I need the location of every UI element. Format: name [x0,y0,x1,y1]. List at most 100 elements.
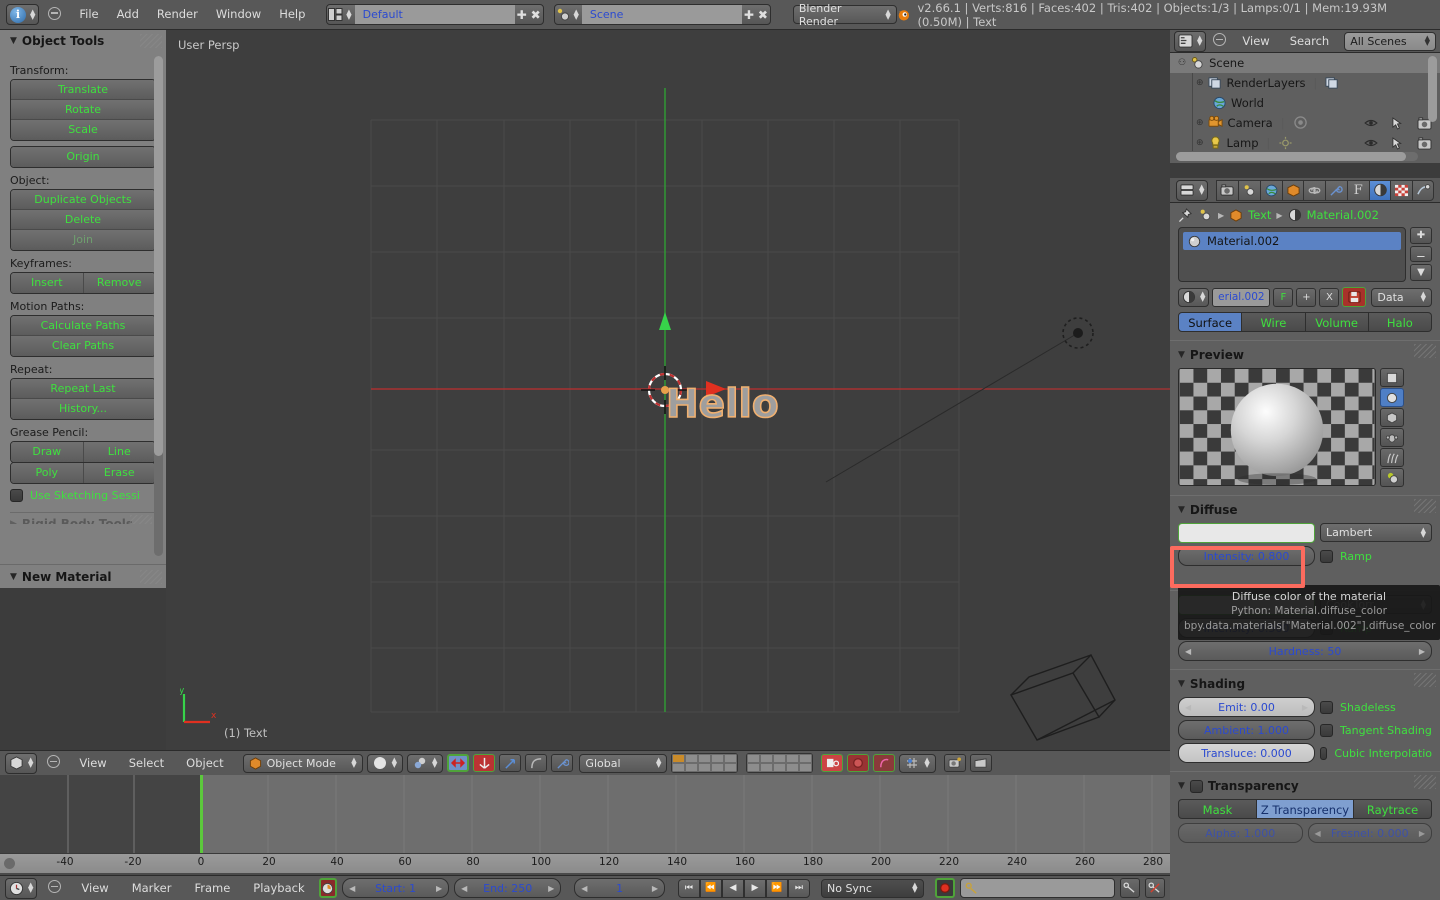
browse-material-button[interactable]: ▲ ▼ [1178,287,1210,307]
transform-orientation-selector[interactable]: Global ▲ ▼ [579,753,668,773]
tl-menu-view[interactable]: View [72,877,117,900]
material-name-field[interactable]: erial.002 [1212,287,1271,307]
preview-sphere-sky-button[interactable] [1380,468,1404,487]
menu-help[interactable]: Help [270,3,314,26]
tangent-shading-checkbox[interactable] [1320,723,1333,737]
renderlayer-datablock-icon[interactable] [1325,76,1340,90]
menu-window[interactable]: Window [207,3,270,26]
tl-menu-frame[interactable]: Frame [185,877,239,900]
repeat-last-button[interactable]: Repeat Last [11,379,155,399]
chevron-right-icon[interactable]: ▶ [652,884,658,893]
fake-user-button[interactable]: F [1273,287,1294,307]
jump-to-start-button[interactable]: ⏮ [677,878,700,898]
preview-monkey-button[interactable] [1380,428,1404,447]
tab-texture[interactable] [1390,179,1413,201]
properties-editor-type-selector[interactable]: ▲ ▼ [1176,179,1209,201]
lock-scene-to-object-button[interactable] [821,754,844,772]
viewport-editor-type-selector[interactable]: ▲ ▼ [5,752,38,774]
jump-prev-keyframe-button[interactable]: ⏪ [699,878,722,898]
render-engine-selector[interactable]: Blender Render ▲ ▼ [792,2,897,28]
vp-menu-view[interactable]: View [70,752,115,775]
tool-shelf-scrollbar[interactable] [154,56,163,556]
translate-manipulator-button[interactable] [473,754,496,772]
preview-cube-button[interactable] [1380,408,1404,427]
use-sketching-sessions-row[interactable]: Use Sketching Sessi [10,489,156,502]
snap-target-selector[interactable]: ▲ ▼ [899,753,936,773]
start-frame-field[interactable]: ◀ Start: 1 ▶ [342,878,450,898]
delete-scene-button[interactable]: ✖ [756,8,770,22]
preview-flat-button[interactable] [1380,368,1404,387]
rotate-button[interactable]: Rotate [11,100,155,120]
preview-panel-header[interactable]: ▼ Preview [1178,344,1436,365]
tab-font-data[interactable]: F [1346,179,1369,201]
outliner-row-camera[interactable]: ⊕ Camera | [1170,113,1440,133]
insert-keyframe-icon-button[interactable] [1119,878,1140,898]
camera-data-icon[interactable] [1293,116,1309,130]
collapse-menu-icon[interactable] [1213,33,1227,49]
vp-menu-object[interactable]: Object [177,752,232,775]
shadeless-row[interactable]: Shadeless [1320,697,1432,717]
diffuse-color-swatch[interactable] [1178,523,1315,543]
transparency-panel-header[interactable]: ▼ Transparency [1178,775,1436,796]
material-slot-list[interactable]: Material.002 [1178,227,1406,282]
material-link-selector[interactable]: Data ▲ ▼ [1371,287,1432,307]
tab-object[interactable] [1281,179,1304,201]
new-material-button[interactable]: + [1296,287,1317,307]
active-keying-set-field[interactable] [959,878,1115,898]
transparency-checkbox[interactable] [1189,779,1203,793]
vp-menu-select[interactable]: Select [120,752,173,775]
diffuse-ramp-row[interactable]: Ramp [1320,546,1432,566]
breadcrumb-object[interactable]: Text [1248,208,1271,222]
preview-sphere-button[interactable] [1380,388,1404,407]
add-scene-button[interactable]: ✚ [742,8,756,22]
tl-menu-marker[interactable]: Marker [123,877,181,900]
chevron-right-icon[interactable]: ▶ [1419,647,1425,656]
scene-layers-widget[interactable] [671,753,739,773]
cubic-interpolation-checkbox[interactable] [1320,746,1328,760]
ol-menu-search[interactable]: Search [1281,30,1339,53]
gp-line-button[interactable]: Line [83,442,155,462]
visibility-eye-icon[interactable] [1364,138,1378,148]
tab-constraints[interactable] [1303,179,1326,201]
timeline-scrollbar-handle[interactable] [4,858,15,869]
scene-selector[interactable]: ▲ ▼ Scene ✚ ✖ [553,4,771,25]
expand-plus-icon[interactable]: ⊕ [1196,138,1204,148]
shadeless-checkbox[interactable] [1320,700,1333,714]
interaction-mode-selector[interactable]: Object Mode ▲ ▼ [242,753,363,773]
delete-keyframe-icon-button[interactable] [1144,878,1165,898]
history-button[interactable]: History... [11,399,155,419]
selectable-cursor-icon[interactable] [1392,116,1403,130]
chevron-left-icon[interactable]: ◀ [461,884,467,893]
timeline-playhead[interactable] [200,775,203,853]
scale-button[interactable]: Scale [11,120,155,140]
use-sketching-checkbox[interactable] [10,489,23,502]
tl-menu-playback[interactable]: Playback [244,877,313,900]
tab-scene[interactable] [1238,179,1260,201]
play-reverse-button[interactable]: ◀ [721,878,744,898]
chevron-right-icon[interactable]: ▶ [548,884,554,893]
outliner-row-scene[interactable]: ⚇ Scene [1170,53,1440,73]
chevron-right-icon[interactable]: ▶ [1302,703,1308,712]
transluce-slider[interactable]: Transluce: 0.000 [1178,743,1315,763]
outliner-row-world[interactable]: World [1170,93,1440,113]
preview-hair-button[interactable] [1380,448,1404,467]
pivot-point-selector[interactable]: ▲ ▼ [407,753,444,773]
add-material-slot-button[interactable]: ✚ [1410,227,1432,244]
chevron-left-icon[interactable]: ◀ [349,884,355,893]
viewport-shading-selector[interactable]: ▲ ▼ [366,753,404,773]
use-preview-range-button[interactable] [318,878,338,898]
new-material-panel-header[interactable]: ▼ New Material [0,564,166,588]
rotate-manipulator-button[interactable] [499,754,522,772]
type-tab-halo[interactable]: Halo [1368,312,1432,332]
gp-draw-button[interactable]: Draw [11,442,84,462]
object-tools-header[interactable]: ▼ Object Tools [0,30,166,52]
wrench-tool-icon[interactable] [551,754,574,772]
timeline-editor[interactable]: -40 -20 0 20 40 60 80 100 120 140 160 180 200 220 240 2… [0,775,1170,875]
breadcrumb-material[interactable]: Material.002 [1307,208,1379,222]
tab-render[interactable] [1216,179,1239,201]
visibility-eye-icon[interactable] [1364,118,1378,128]
diffuse-intensity-slider[interactable]: Intensity: 0.800 [1178,546,1315,566]
add-layout-button[interactable]: ✚ [515,8,529,22]
chevron-right-icon[interactable]: ▶ [1419,829,1425,838]
insert-keyframe-button[interactable]: Insert [11,273,84,293]
